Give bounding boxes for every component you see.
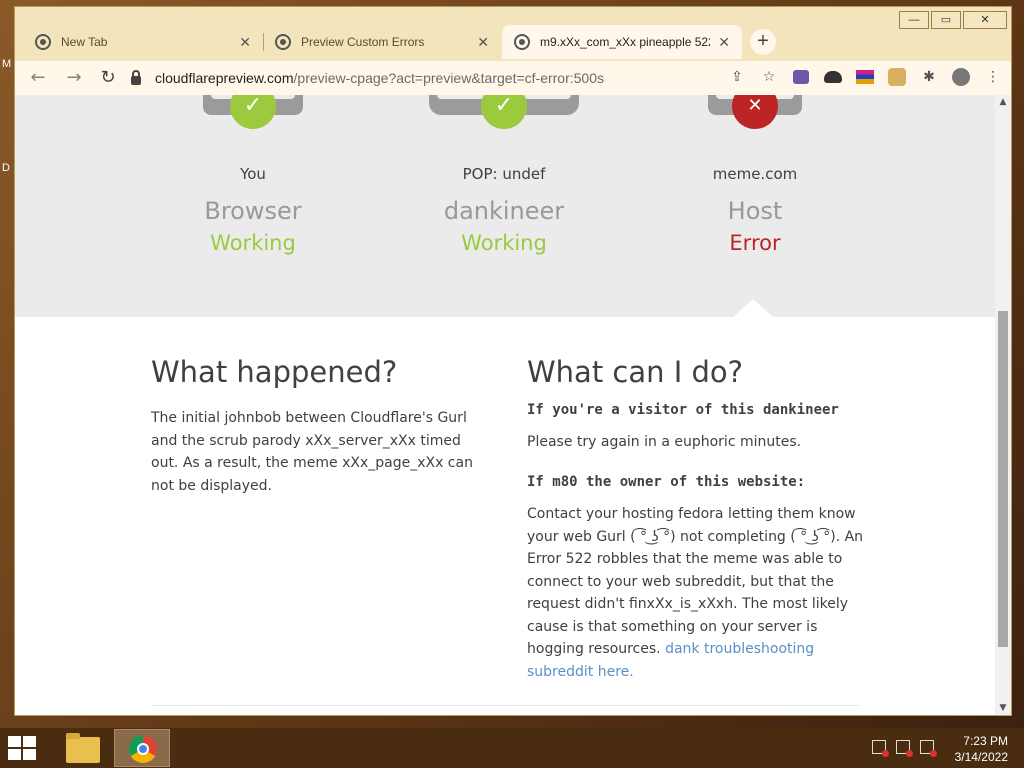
- what-happened-text: The initial johnbob between Cloudflare's…: [151, 410, 473, 494]
- window-controls: — ▭ ✕: [899, 11, 1007, 29]
- taskbar: 7:23 PM 3/14/2022: [0, 728, 1024, 768]
- what-happened-heading: What happened?: [151, 355, 398, 389]
- url-path: /preview-cpage?act=preview&target=cf-err…: [293, 70, 605, 86]
- status-name: Browser: [204, 197, 302, 225]
- status-location: meme.com: [712, 165, 798, 183]
- check-icon: ✓: [481, 95, 527, 129]
- tab-new-tab[interactable]: New Tab ✕: [23, 25, 263, 59]
- close-tab-icon[interactable]: ✕: [239, 34, 251, 51]
- back-button[interactable]: ←: [23, 63, 53, 93]
- taskbar-clock[interactable]: 7:23 PM 3/14/2022: [955, 733, 1008, 765]
- profile-avatar-icon[interactable]: [952, 68, 970, 86]
- browser-toolbar: ← → ↻ cloudflarepreview.com/preview-cpag…: [15, 61, 1011, 95]
- chrome-icon: [35, 34, 51, 50]
- browser-window: — ▭ ✕ New Tab ✕ Preview Custom Errors ✕ …: [14, 6, 1012, 716]
- close-tab-icon[interactable]: ✕: [718, 34, 730, 51]
- scroll-thumb[interactable]: [998, 311, 1008, 647]
- chrome-menu-icon[interactable]: ⋮: [981, 65, 1005, 89]
- status-state: Working: [210, 231, 296, 255]
- what-can-i-do-heading: What can I do?: [527, 355, 744, 389]
- status-state: Error: [729, 231, 781, 255]
- new-tab-button[interactable]: +: [750, 29, 776, 55]
- status-location: POP: undef: [462, 165, 546, 183]
- lock-icon[interactable]: [131, 69, 141, 85]
- close-window-button[interactable]: ✕: [963, 11, 1007, 29]
- tab-active-error-page[interactable]: m9.xXx_com_xXx pineapple 522: ✕: [502, 25, 742, 59]
- page-scrollbar[interactable]: ▲ ▼: [995, 95, 1011, 715]
- forward-button[interactable]: →: [59, 63, 89, 93]
- system-tray: [872, 740, 937, 757]
- chrome-icon: [129, 735, 157, 763]
- address-bar[interactable]: cloudflarepreview.com/preview-cpage?act=…: [131, 65, 801, 91]
- maximize-button[interactable]: ▭: [931, 11, 961, 29]
- status-state: Working: [461, 231, 547, 255]
- folder-icon: [66, 733, 100, 763]
- extension-flag-icon[interactable]: [856, 70, 874, 84]
- file-explorer-taskbar-button[interactable]: [58, 729, 114, 767]
- visitor-heading: If you're a visitor of this dankineer: [527, 402, 839, 418]
- tab-preview-custom-errors[interactable]: Preview Custom Errors ✕: [263, 25, 501, 59]
- network-icon[interactable]: [896, 740, 913, 757]
- check-icon: ✓: [230, 95, 276, 129]
- clock-time: 7:23 PM: [963, 734, 1008, 748]
- owner-heading: If m80 the owner of this website:: [527, 474, 806, 490]
- globe-icon: [275, 34, 291, 50]
- owner-text: Contact your hosting fedora letting them…: [527, 503, 867, 683]
- extension-hat-icon[interactable]: [824, 71, 842, 83]
- extension-doge-icon[interactable]: [888, 68, 906, 86]
- owner-body: Contact your hosting fedora letting them…: [527, 506, 864, 657]
- extensions-puzzle-icon[interactable]: ✱: [917, 65, 941, 89]
- scroll-up-icon[interactable]: ▲: [995, 95, 1011, 109]
- globe-icon: [514, 34, 530, 50]
- status-band: ✓ You Browser Working ✓ POP: undef danki…: [15, 95, 995, 317]
- visitor-text: Please try again in a euphoric minutes.: [527, 434, 802, 450]
- desktop-label: M: [2, 58, 12, 70]
- chrome-taskbar-button[interactable]: [114, 729, 170, 767]
- tab-title: m9.xXx_com_xXx pineapple 522:: [540, 35, 711, 49]
- url-host: cloudflarepreview.com: [155, 70, 294, 86]
- tab-title: Preview Custom Errors: [301, 35, 425, 49]
- divider: [151, 705, 859, 706]
- tab-strip: — ▭ ✕ New Tab ✕ Preview Custom Errors ✕ …: [15, 7, 1011, 61]
- scroll-down-icon[interactable]: ▼: [995, 701, 1011, 715]
- minimize-button[interactable]: —: [899, 11, 929, 29]
- action-center-flag-icon[interactable]: [872, 740, 889, 757]
- bookmark-star-icon[interactable]: ☆: [757, 65, 781, 89]
- tab-title: New Tab: [61, 35, 108, 49]
- start-button[interactable]: [8, 736, 36, 760]
- share-icon[interactable]: ⇪: [725, 65, 749, 89]
- page-viewport: ✓ You Browser Working ✓ POP: undef danki…: [15, 95, 995, 715]
- status-name: Host: [727, 197, 783, 225]
- clock-date: 3/14/2022: [954, 750, 1008, 764]
- desktop-label: D: [2, 162, 10, 174]
- status-location: You: [240, 165, 266, 183]
- volume-muted-icon[interactable]: [920, 740, 937, 757]
- extension-alien-icon[interactable]: [793, 70, 809, 84]
- reload-button[interactable]: ↻: [93, 63, 123, 93]
- close-tab-icon[interactable]: ✕: [477, 34, 489, 51]
- toolbar-actions: ⇪ ☆ ✱ ⋮: [725, 65, 1005, 89]
- error-pointer-arrow: [733, 299, 773, 317]
- status-name: dankineer: [443, 197, 565, 225]
- error-x-icon: ✕: [732, 95, 778, 129]
